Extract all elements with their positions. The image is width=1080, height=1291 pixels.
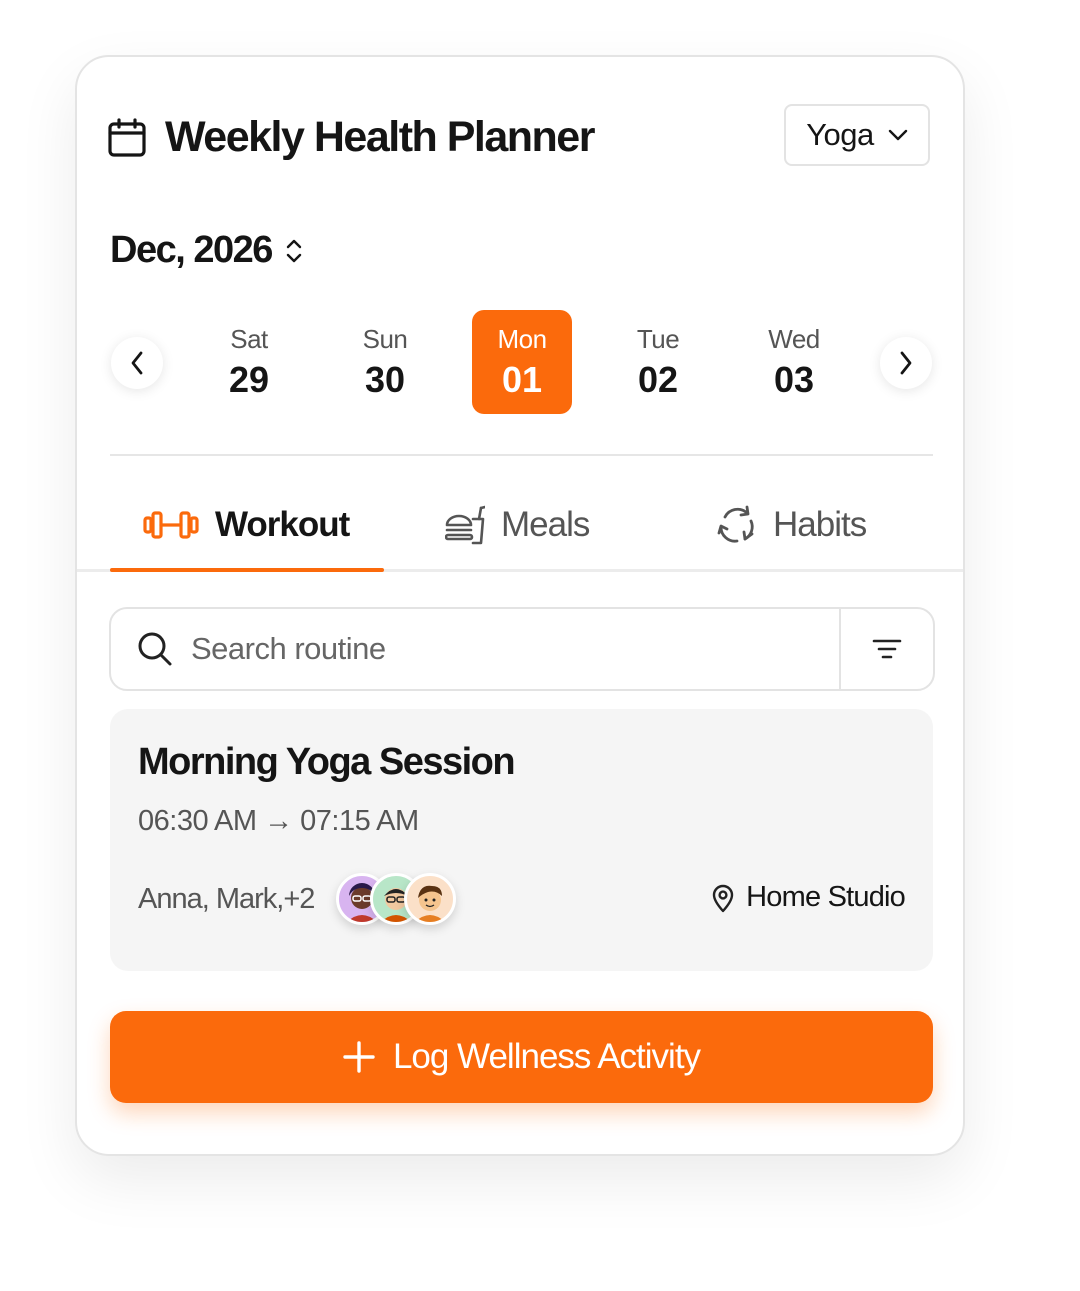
next-week-button[interactable] bbox=[880, 337, 932, 389]
avatar bbox=[404, 873, 456, 925]
month-picker[interactable]: Dec, 2026 bbox=[110, 229, 302, 272]
filter-icon bbox=[872, 637, 902, 661]
dumbbell-icon bbox=[143, 510, 199, 540]
tab-meals[interactable]: Meals bbox=[445, 499, 590, 551]
page-title: Weekly Health Planner bbox=[165, 113, 595, 161]
search-bar bbox=[109, 607, 935, 691]
day-tue[interactable]: Tue 02 bbox=[608, 310, 708, 414]
event-title: Morning Yoga Session bbox=[138, 741, 516, 783]
map-pin-icon bbox=[712, 883, 734, 913]
day-name: Mon bbox=[497, 323, 547, 354]
chevron-left-icon bbox=[130, 351, 144, 375]
day-sun[interactable]: Sun 30 bbox=[335, 310, 435, 414]
day-sat[interactable]: Sat 29 bbox=[199, 310, 299, 414]
sort-updown-icon bbox=[286, 237, 302, 265]
day-mon-selected[interactable]: Mon 01 bbox=[472, 310, 572, 414]
tab-label: Workout bbox=[215, 505, 350, 544]
tab-label: Habits bbox=[773, 505, 867, 544]
day-date: 03 bbox=[773, 358, 815, 400]
prev-week-button[interactable] bbox=[111, 337, 163, 389]
search-input[interactable] bbox=[189, 630, 813, 668]
event-location: Home Studio bbox=[712, 881, 906, 914]
month-label: Dec, 2026 bbox=[110, 229, 273, 271]
day-name: Wed bbox=[768, 323, 820, 354]
calendar-icon bbox=[107, 117, 147, 158]
filter-button[interactable] bbox=[839, 609, 933, 689]
cycle-arrows-icon bbox=[717, 505, 757, 545]
tab-habits[interactable]: Habits bbox=[717, 499, 867, 551]
plus-icon bbox=[343, 1041, 375, 1073]
day-date: 01 bbox=[501, 358, 543, 400]
active-tab-indicator bbox=[110, 568, 384, 572]
day-name: Sun bbox=[362, 323, 408, 354]
day-date: 30 bbox=[364, 358, 406, 400]
location-label: Home Studio bbox=[746, 881, 906, 913]
day-wed[interactable]: Wed 03 bbox=[744, 310, 844, 414]
log-activity-button[interactable]: Log Wellness Activity bbox=[110, 1011, 933, 1103]
tab-workout[interactable]: Workout bbox=[143, 499, 350, 551]
chevron-right-icon bbox=[899, 351, 913, 375]
cta-label: Log Wellness Activity bbox=[392, 1037, 701, 1076]
day-date: 02 bbox=[637, 358, 679, 400]
tab-label: Meals bbox=[501, 505, 590, 544]
divider bbox=[110, 454, 933, 456]
planner-card: Weekly Health Planner Yoga Dec, 2026 Sat… bbox=[75, 55, 965, 1156]
event-time: 06:30 AM → 07:15 AM bbox=[138, 805, 419, 837]
chevron-down-icon bbox=[888, 129, 908, 141]
day-name: Sat bbox=[230, 323, 268, 354]
category-select-label: Yoga bbox=[806, 117, 874, 152]
burger-drink-icon bbox=[445, 505, 485, 545]
event-participants: Anna, Mark,+2 bbox=[138, 883, 315, 915]
event-card[interactable]: Morning Yoga Session 06:30 AM → 07:15 AM… bbox=[110, 709, 933, 971]
day-name: Tue bbox=[636, 323, 680, 354]
search-icon bbox=[137, 631, 173, 667]
category-select[interactable]: Yoga bbox=[784, 104, 930, 166]
header: Weekly Health Planner bbox=[107, 113, 595, 162]
avatar-group[interactable] bbox=[336, 873, 466, 929]
day-date: 29 bbox=[228, 358, 270, 400]
